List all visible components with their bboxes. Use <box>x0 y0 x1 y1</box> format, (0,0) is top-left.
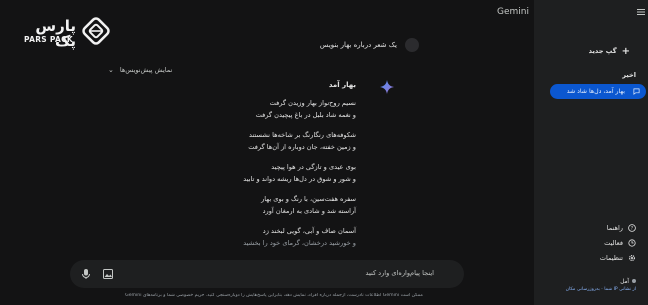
new-chat-button[interactable]: + گپ جدید <box>589 44 630 58</box>
help-link[interactable]: ? راهنما <box>607 224 636 232</box>
recent-chat-item[interactable]: بهار آمد، دل‌ها شاد شد <box>550 84 646 99</box>
chat-main: پارس پک PARS PACK Gemini یک شعر درباره ب… <box>0 0 534 305</box>
chevron-down-icon: ⌄ <box>108 66 114 74</box>
parspack-logo-icon <box>82 17 110 45</box>
response-text: بهار آمد نسیم روح‌نواز بهار وزیدن گرفت و… <box>96 81 356 257</box>
location-dot-icon <box>632 279 636 283</box>
poem-line: و زمین خفته، جان دوباره از آن‌ها گرفت <box>248 143 356 151</box>
poem-line: نسیم روح‌نواز بهار وزیدن گرفت <box>269 99 356 107</box>
poem-line: و نغمه شاد بلبل در باغ پیچیدن گرفت <box>255 111 356 119</box>
footer-disclaimer: ممکن است Gemini اطلاعات نادرست، ازجمله د… <box>125 293 423 298</box>
poem-line: و خورشید درخشان، گرمای خود را بخشید <box>243 239 356 247</box>
brand-sub: PARS PACK <box>24 35 74 44</box>
poem-line: آسمان صاف و آبی، گویی لبخند زد <box>262 227 356 235</box>
plus-icon: + <box>621 45 630 57</box>
gear-icon <box>628 254 636 262</box>
activity-link[interactable]: فعالیت <box>604 239 636 247</box>
app-title: Gemini <box>497 7 529 17</box>
stanza: آسمان صاف و آبی، گویی لبخند زد و خورشید … <box>96 225 356 249</box>
avatar <box>405 38 419 52</box>
brand-logo: پارس پک PARS PACK <box>16 15 110 50</box>
poem-line: آراسته شد و شادی به ارمغان آورد <box>262 207 356 215</box>
show-drafts-toggle[interactable]: نمایش پیش‌نویس‌ها ⌄ <box>108 66 172 74</box>
response-title: بهار آمد <box>328 81 356 89</box>
menu-icon[interactable] <box>637 8 645 16</box>
prompt-placeholder: اینجا پیام‌واره‌ای وارد کنید <box>365 269 435 277</box>
prompt-input[interactable]: اینجا پیام‌واره‌ای وارد کنید <box>70 260 464 288</box>
new-chat-label: گپ جدید <box>588 47 617 55</box>
chat-bubble-icon <box>633 88 640 95</box>
user-prompt: یک شعر درباره بهار بنویس <box>319 41 397 49</box>
image-upload-icon[interactable] <box>102 268 114 280</box>
poem-line: شکوفه‌های رنگارنگ بر شاخه‌ها نشستند <box>248 131 356 139</box>
help-label: راهنما <box>606 224 623 232</box>
gemini-star-icon <box>380 80 394 94</box>
stanza: سفره هفت‌سین، با رنگ و بوی بهار آراسته ش… <box>96 193 356 217</box>
recent-chat-label: بهار آمد، دل‌ها شاد شد <box>566 88 625 95</box>
activity-label: فعالیت <box>604 239 623 247</box>
stanza: شکوفه‌های رنگارنگ بر شاخه‌ها نشستند و زم… <box>96 129 356 153</box>
recent-heading: اخیر <box>622 71 636 79</box>
location-name: آمل <box>620 279 629 285</box>
brand-name: پارس پک <box>35 17 76 50</box>
help-icon: ? <box>628 224 636 232</box>
location-info: آمل از نشانی IP شما · به‌روزرسانی مکان <box>566 279 636 292</box>
settings-link[interactable]: تنظیمات <box>600 254 636 262</box>
stanza: نسیم روح‌نواز بهار وزیدن گرفت و نغمه شاد… <box>96 97 356 121</box>
sidebar: + گپ جدید اخیر بهار آمد، دل‌ها شاد شد ? … <box>534 0 648 305</box>
location-update-link[interactable]: از نشانی IP شما · به‌روزرسانی مکان <box>566 287 636 292</box>
history-icon <box>628 239 636 247</box>
poem-line: بوی عیدی و تازگی در هوا پیچید <box>271 163 356 171</box>
user-message: یک شعر درباره بهار بنویس <box>320 38 419 52</box>
settings-label: تنظیمات <box>599 254 623 262</box>
microphone-icon[interactable] <box>80 268 92 280</box>
poem-line: و شور و شوق در دل‌ها ریشه دواند و تابید <box>243 175 356 183</box>
poem-line: سفره هفت‌سین، با رنگ و بوی بهار <box>261 195 356 203</box>
stanza: بوی عیدی و تازگی در هوا پیچید و شور و شو… <box>96 161 356 185</box>
show-drafts-label: نمایش پیش‌نویس‌ها <box>119 66 173 74</box>
